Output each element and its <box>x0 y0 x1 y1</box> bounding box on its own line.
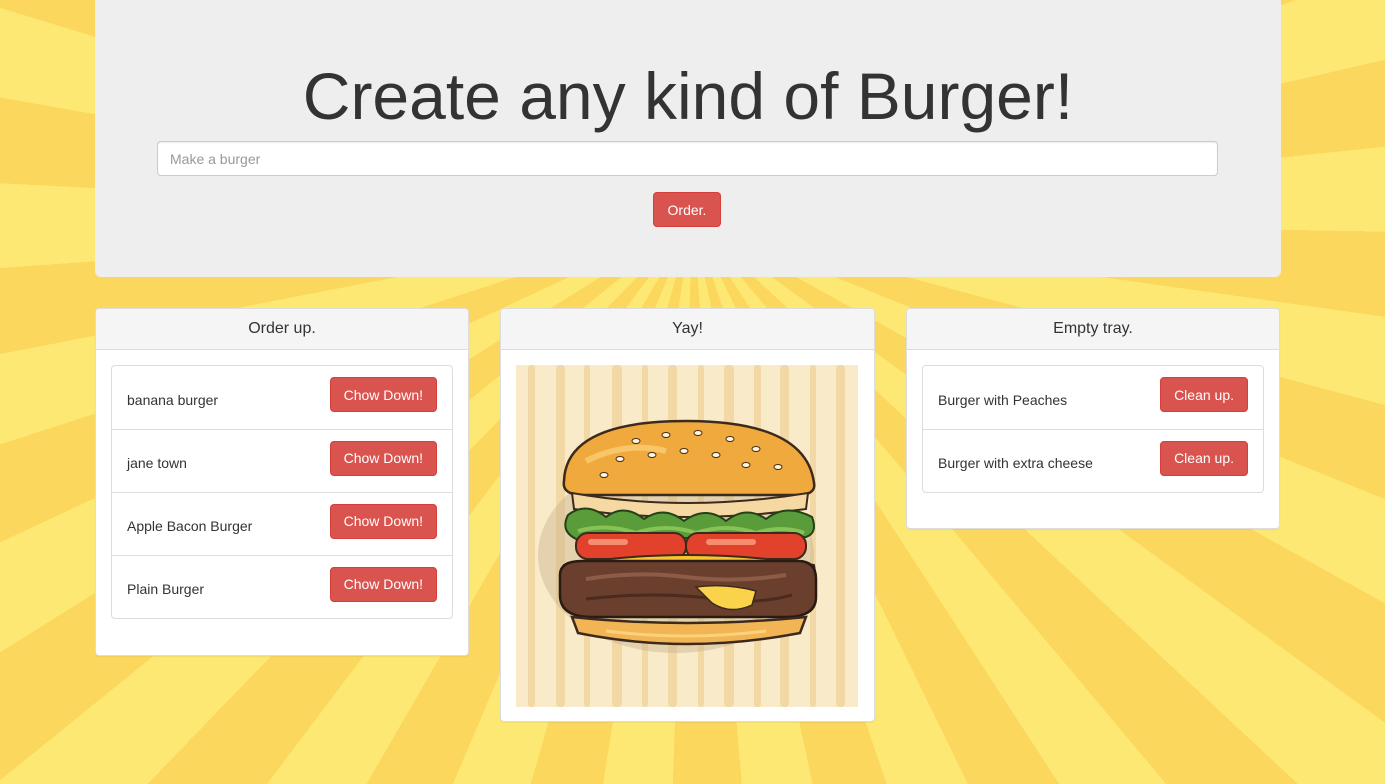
chow-down-button[interactable]: Chow Down! <box>329 377 437 412</box>
order-item-name: Plain Burger <box>127 581 205 597</box>
tray-item: Burger with extra cheese Clean up. <box>923 429 1263 492</box>
burger-illustration <box>516 365 858 707</box>
order-item-name: banana burger <box>127 391 219 408</box>
order-up-heading: Order up. <box>96 309 468 350</box>
order-button[interactable]: Order. <box>653 192 721 227</box>
page-title: Create any kind of Burger! <box>302 59 1074 133</box>
tray-list: Burger with Peaches Clean up. Burger wit… <box>922 365 1264 493</box>
tray-item-name: Burger with extra cheese <box>938 455 1093 471</box>
chow-down-button[interactable]: Chow Down! <box>329 566 437 602</box>
clean-up-button[interactable]: Clean up. <box>1160 377 1248 412</box>
order-item: Plain Burger Chow Down! <box>112 555 452 618</box>
empty-tray-heading: Empty tray. <box>907 309 1279 350</box>
order-item: Apple Bacon Burger Chow Down! <box>112 492 452 555</box>
tray-item: Burger with Peaches Clean up. <box>923 366 1263 429</box>
order-item-name: jane town <box>127 455 187 471</box>
order-item: banana burger Chow Down! <box>112 366 452 429</box>
empty-tray-panel: Empty tray. Burger with Peaches Clean up… <box>906 308 1280 529</box>
order-up-panel: Order up. banana burger Chow Down! jane … <box>95 308 469 656</box>
order-list: banana burger Chow Down! jane town Chow … <box>111 365 453 619</box>
yay-panel: Yay! <box>500 308 875 722</box>
chow-down-button[interactable]: Chow Down! <box>329 440 437 476</box>
clean-up-button[interactable]: Clean up. <box>1160 440 1248 476</box>
order-item: jane town Chow Down! <box>112 429 452 492</box>
chow-down-button[interactable]: Chow Down! <box>329 503 437 539</box>
tray-item-name: Burger with Peaches <box>938 391 1068 408</box>
jumbotron: Create any kind of Burger! Order. <box>95 0 1281 277</box>
order-item-name: Apple Bacon Burger <box>127 518 253 534</box>
yay-heading: Yay! <box>501 309 874 350</box>
burger-name-input[interactable] <box>157 141 1218 176</box>
